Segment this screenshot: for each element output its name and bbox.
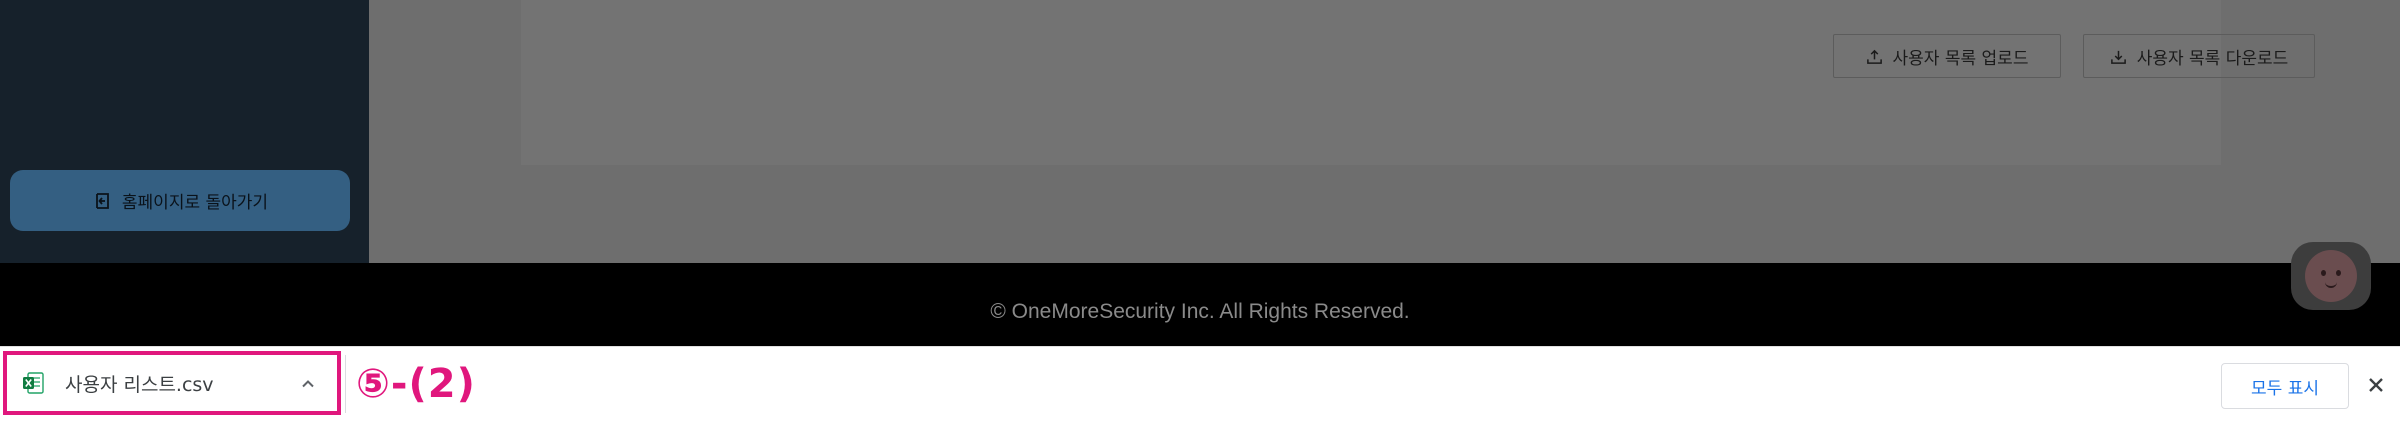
excel-csv-file-icon	[23, 372, 44, 394]
copyright-text: © OneMoreSecurity Inc. All Rights Reserv…	[990, 299, 1410, 323]
downloaded-file-item[interactable]: 사용자 리스트.csv	[3, 351, 341, 415]
user-list-card: 사용자 목록 업로드 사용자 목록 다운로드	[521, 0, 2315, 165]
show-all-button[interactable]: 모두 표시	[2221, 363, 2349, 409]
chatbot-button[interactable]	[2291, 242, 2371, 310]
chatbot-icon	[2305, 250, 2357, 302]
download-bar: 사용자 리스트.csv ⑤-(2) 모두 표시	[0, 346, 2400, 422]
download-bar-divider	[345, 355, 346, 413]
upload-icon	[1866, 49, 1882, 64]
footer: © OneMoreSecurity Inc. All Rights Reserv…	[0, 263, 2400, 346]
main-content: 사용자 목록 업로드 사용자 목록 다운로드	[369, 0, 2400, 263]
step-annotation: ⑤-(2)	[356, 361, 476, 407]
exit-to-home-icon	[96, 192, 109, 209]
download-icon	[2110, 50, 2126, 64]
home-button[interactable]: 홈페이지로 돌아가기	[10, 170, 350, 231]
sidebar: 홈페이지로 돌아가기	[0, 0, 369, 263]
download-user-list-button[interactable]: 사용자 목록 다운로드	[2083, 34, 2315, 78]
download-button-label: 사용자 목록 다운로드	[2136, 48, 2289, 69]
home-button-label: 홈페이지로 돌아가기	[121, 193, 269, 213]
chevron-up-icon[interactable]	[299, 375, 317, 393]
upload-user-list-button[interactable]: 사용자 목록 업로드	[1833, 34, 2061, 78]
upload-button-label: 사용자 목록 업로드	[1892, 48, 2029, 69]
downloaded-file-name: 사용자 리스트.csv	[65, 373, 214, 396]
close-icon[interactable]	[2365, 374, 2387, 396]
